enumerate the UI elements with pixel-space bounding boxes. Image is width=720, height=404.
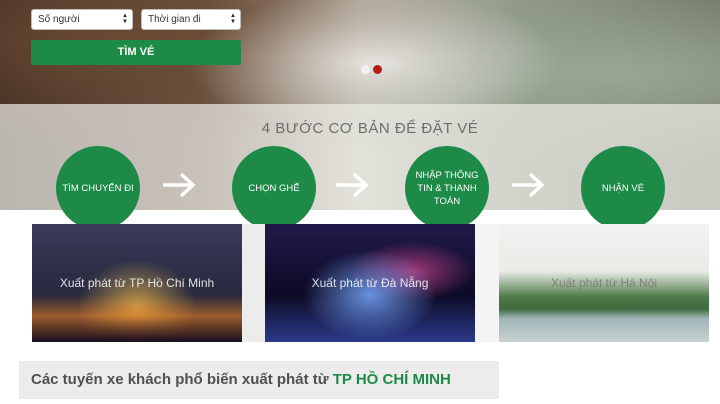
search-tickets-button[interactable]: TÌM VÉ xyxy=(31,40,241,65)
departure-time-select[interactable]: Thời gian đi ▲ ▼ xyxy=(141,9,241,30)
routes-title-city: TP HỒ CHÍ MINH xyxy=(332,371,451,388)
carousel-dot[interactable] xyxy=(361,65,370,74)
step-label: NHẬN VÉ xyxy=(601,182,645,194)
city-card-label: Xuất phát từ Hà Nội xyxy=(550,276,658,290)
people-select-value: Số người xyxy=(38,14,80,25)
popular-routes-title: Các tuyến xe khách phổ biến xuất phát từ… xyxy=(31,371,451,388)
step-enter-info-payment: NHẬP THÔNG TIN & THANH TOÁN xyxy=(405,146,489,230)
step-label: CHỌN GHẾ xyxy=(248,182,300,194)
divider xyxy=(475,224,499,342)
city-card-da-nang[interactable]: Xuất phát từ Đà Nẵng xyxy=(265,224,475,342)
city-card-label: Xuất phát từ TP Hồ Chí Minh xyxy=(59,276,215,290)
people-select[interactable]: Số người ▲ ▼ xyxy=(31,9,133,30)
arrow-right-icon xyxy=(163,172,196,198)
time-select-value: Thời gian đi xyxy=(148,14,201,25)
steps-title: 4 BƯỚC CƠ BẢN ĐỂ ĐẶT VÉ xyxy=(261,120,479,137)
select-arrows-icon: ▲ ▼ xyxy=(230,13,236,25)
city-card-ho-chi-minh[interactable]: Xuất phát từ TP Hồ Chí Minh xyxy=(32,224,242,342)
carousel-dot-active[interactable] xyxy=(373,65,382,74)
step-find-trip: TÌM CHUYẾN ĐI xyxy=(56,146,140,230)
city-card-ha-noi[interactable]: Xuất phát từ Hà Nội xyxy=(499,224,709,342)
step-choose-seat: CHỌN GHẾ xyxy=(232,146,316,230)
select-arrows-icon: ▲ ▼ xyxy=(122,13,128,25)
arrow-right-icon xyxy=(336,172,369,198)
arrow-right-icon xyxy=(512,172,545,198)
popular-routes-header: Các tuyến xe khách phổ biến xuất phát từ… xyxy=(19,361,499,399)
city-card-label: Xuất phát từ Đà Nẵng xyxy=(311,276,429,290)
step-label: TÌM CHUYẾN ĐI xyxy=(62,182,134,194)
step-label: NHẬP THÔNG TIN & THANH TOÁN xyxy=(415,169,479,207)
step-receive-ticket: NHẬN VÉ xyxy=(581,146,665,230)
routes-title-prefix: Các tuyến xe khách phổ biến xuất phát từ xyxy=(31,371,329,388)
divider xyxy=(242,224,265,342)
